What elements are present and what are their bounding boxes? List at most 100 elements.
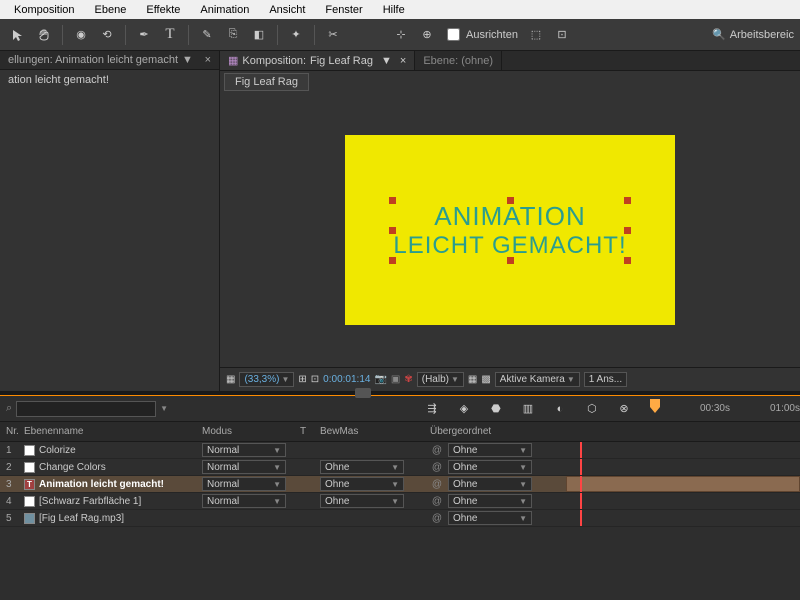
layer-tab[interactable]: Ebene: (ohne) <box>415 51 502 70</box>
trackmatte-dropdown[interactable]: Ohne▼ <box>320 477 404 491</box>
layer-type-icon <box>24 462 35 473</box>
rotate-tool-icon[interactable]: ⟲ <box>95 23 119 47</box>
motion-blur-icon[interactable]: ◐ <box>548 397 572 421</box>
roto-tool-icon[interactable]: ✂ <box>321 23 345 47</box>
layer-row[interactable]: 1 Colorize Normal▼ @ Ohne▼ <box>0 442 800 459</box>
preview-icon[interactable]: ▣ <box>391 374 400 385</box>
parent-pickwhip-icon[interactable]: @ <box>430 462 444 473</box>
menu-effekte[interactable]: Effekte <box>136 2 190 18</box>
layer-type-icon <box>24 513 35 524</box>
col-header-bewmas[interactable]: BewMas <box>320 426 430 437</box>
views-dropdown[interactable]: 1 Ans... <box>584 372 627 387</box>
snap-tool-icon[interactable]: ⬚ <box>524 23 548 47</box>
layer-index: 1 <box>0 445 24 456</box>
playhead-line <box>580 510 582 526</box>
layer-name-label: [Fig Leaf Rag.mp3] <box>39 513 124 524</box>
axis-tool-icon[interactable]: ⊹ <box>389 23 413 47</box>
search-dropdown-icon[interactable]: ▼ <box>160 404 168 413</box>
close-icon[interactable]: × <box>400 55 406 67</box>
close-icon[interactable]: × <box>205 54 211 66</box>
menu-ansicht[interactable]: Ansicht <box>259 2 315 18</box>
align-checkbox[interactable] <box>447 28 460 41</box>
resolution-dropdown[interactable]: (Halb)▼ <box>417 372 464 387</box>
color-mgmt-icon[interactable]: ✾ <box>404 374 412 385</box>
parent-dropdown[interactable]: Ohne▼ <box>448 494 532 508</box>
comp-flow-icon[interactable]: ⇶ <box>420 397 444 421</box>
camera-dropdown[interactable]: Aktive Kamera▼ <box>495 372 580 387</box>
transparency-icon[interactable]: ▩ <box>481 374 490 385</box>
grid-icon[interactable]: ▦ <box>226 374 235 385</box>
parent-pickwhip-icon[interactable]: @ <box>430 445 444 456</box>
blendmode-dropdown[interactable]: Normal▼ <box>202 460 286 474</box>
menu-animation[interactable]: Animation <box>190 2 259 18</box>
timeline-panel: ⌕ ▼ ⇶ ◈ ⬣ ▥ ◐ ⬡ ⊗ 00:30s 01:00s Nr. Eben… <box>0 395 800 600</box>
res-icon[interactable]: ⊞ <box>298 374 306 385</box>
layer-name-label: [Schwarz Farbfläche 1] <box>39 496 141 507</box>
clone-tool-icon[interactable]: ⎘ <box>221 23 245 47</box>
col-header-name[interactable]: Ebenenname <box>24 426 202 437</box>
col-header-nr[interactable]: Nr. <box>0 426 24 437</box>
blendmode-dropdown[interactable]: Normal▼ <box>202 443 286 457</box>
menu-komposition[interactable]: Komposition <box>4 2 85 18</box>
res2-icon[interactable]: ⊡ <box>311 374 319 385</box>
effect-controls-tab[interactable]: ellungen: Animation leicht gemacht ▼ × <box>0 51 219 70</box>
timeline-search-input[interactable] <box>16 401 156 417</box>
layer-row[interactable]: 2 Change Colors Normal▼ Ohne▼ @ Ohne▼ <box>0 459 800 476</box>
parent-dropdown[interactable]: Ohne▼ <box>448 511 532 525</box>
region-icon[interactable]: ▦ <box>468 374 477 385</box>
parent-pickwhip-icon[interactable]: @ <box>430 513 444 524</box>
composition-viewer[interactable]: ANIMATION LEICHT GEMACHT! <box>220 93 800 367</box>
eraser-tool-icon[interactable]: ◧ <box>247 23 271 47</box>
parent-dropdown[interactable]: Ohne▼ <box>448 443 532 457</box>
hand-tool-icon[interactable] <box>32 23 56 47</box>
panel-divider[interactable] <box>0 391 800 395</box>
trackmatte-dropdown[interactable]: Ohne▼ <box>320 460 404 474</box>
menu-ebene[interactable]: Ebene <box>85 2 137 18</box>
parent-dropdown[interactable]: Ohne▼ <box>448 460 532 474</box>
layer-name-label: Animation leicht gemacht! <box>39 479 164 490</box>
playhead-line <box>580 493 582 509</box>
pen-tool-icon[interactable]: ✒ <box>132 23 156 47</box>
selection-tool-icon[interactable] <box>6 23 30 47</box>
menu-fenster[interactable]: Fenster <box>315 2 372 18</box>
brain-icon[interactable]: ⊗ <box>612 397 636 421</box>
orbit-tool-icon[interactable]: ◉ <box>69 23 93 47</box>
comp-breadcrumb[interactable]: Fig Leaf Rag <box>224 73 309 91</box>
parent-pickwhip-icon[interactable]: @ <box>430 479 444 490</box>
parent-dropdown[interactable]: Ohne▼ <box>448 477 532 491</box>
parent-pickwhip-icon[interactable]: @ <box>430 496 444 507</box>
layer-name-label: Change Colors <box>39 462 106 473</box>
snap2-tool-icon[interactable]: ⊡ <box>550 23 574 47</box>
composition-canvas[interactable]: ANIMATION LEICHT GEMACHT! <box>345 135 675 325</box>
shy-icon[interactable]: ⬣ <box>484 397 508 421</box>
graph-icon[interactable]: ⬡ <box>580 397 604 421</box>
layer-row[interactable]: 5 [Fig Leaf Rag.mp3] @ Ohne▼ <box>0 510 800 527</box>
timecode-display[interactable]: 0:00:01:14 <box>323 374 370 385</box>
frame-blend-icon[interactable]: ▥ <box>516 397 540 421</box>
blendmode-dropdown[interactable]: Normal▼ <box>202 477 286 491</box>
time-ruler[interactable]: 00:30s 01:00s <box>650 403 800 414</box>
menu-bar: Komposition Ebene Effekte Animation Ansi… <box>0 0 800 19</box>
layer-row[interactable]: 4 [Schwarz Farbfläche 1] Normal▼ Ohne▼ @… <box>0 493 800 510</box>
playhead-line <box>580 459 582 475</box>
workspace-switcher[interactable]: 🔍 Arbeitsbereic <box>712 28 794 41</box>
snapshot-icon[interactable]: 📷 <box>374 374 386 385</box>
zoom-dropdown[interactable]: (33,3%)▼ <box>239 372 294 387</box>
blendmode-dropdown[interactable]: Normal▼ <box>202 494 286 508</box>
layer-row[interactable]: 3 T Animation leicht gemacht! Normal▼ Oh… <box>0 476 800 493</box>
col-header-mode[interactable]: Modus <box>202 426 300 437</box>
search-icon: 🔍 <box>712 28 726 41</box>
selected-text-layer[interactable]: ANIMATION LEICHT GEMACHT! <box>393 201 626 260</box>
playhead-icon[interactable] <box>650 399 660 413</box>
trackmatte-dropdown[interactable]: Ohne▼ <box>320 494 404 508</box>
text-tool-icon[interactable]: T <box>158 23 182 47</box>
anchor-tool-icon[interactable]: ⊕ <box>415 23 439 47</box>
composition-tab[interactable]: ▦ Komposition: Fig Leaf Rag ▼ × <box>220 51 415 70</box>
col-header-parent[interactable]: Übergeordnet <box>430 426 566 437</box>
layer-duration-bar[interactable] <box>566 476 800 492</box>
menu-hilfe[interactable]: Hilfe <box>373 2 415 18</box>
col-header-t[interactable]: T <box>300 426 320 437</box>
brush-tool-icon[interactable]: ✎ <box>195 23 219 47</box>
draft3d-icon[interactable]: ◈ <box>452 397 476 421</box>
puppet-tool-icon[interactable]: ✦ <box>284 23 308 47</box>
